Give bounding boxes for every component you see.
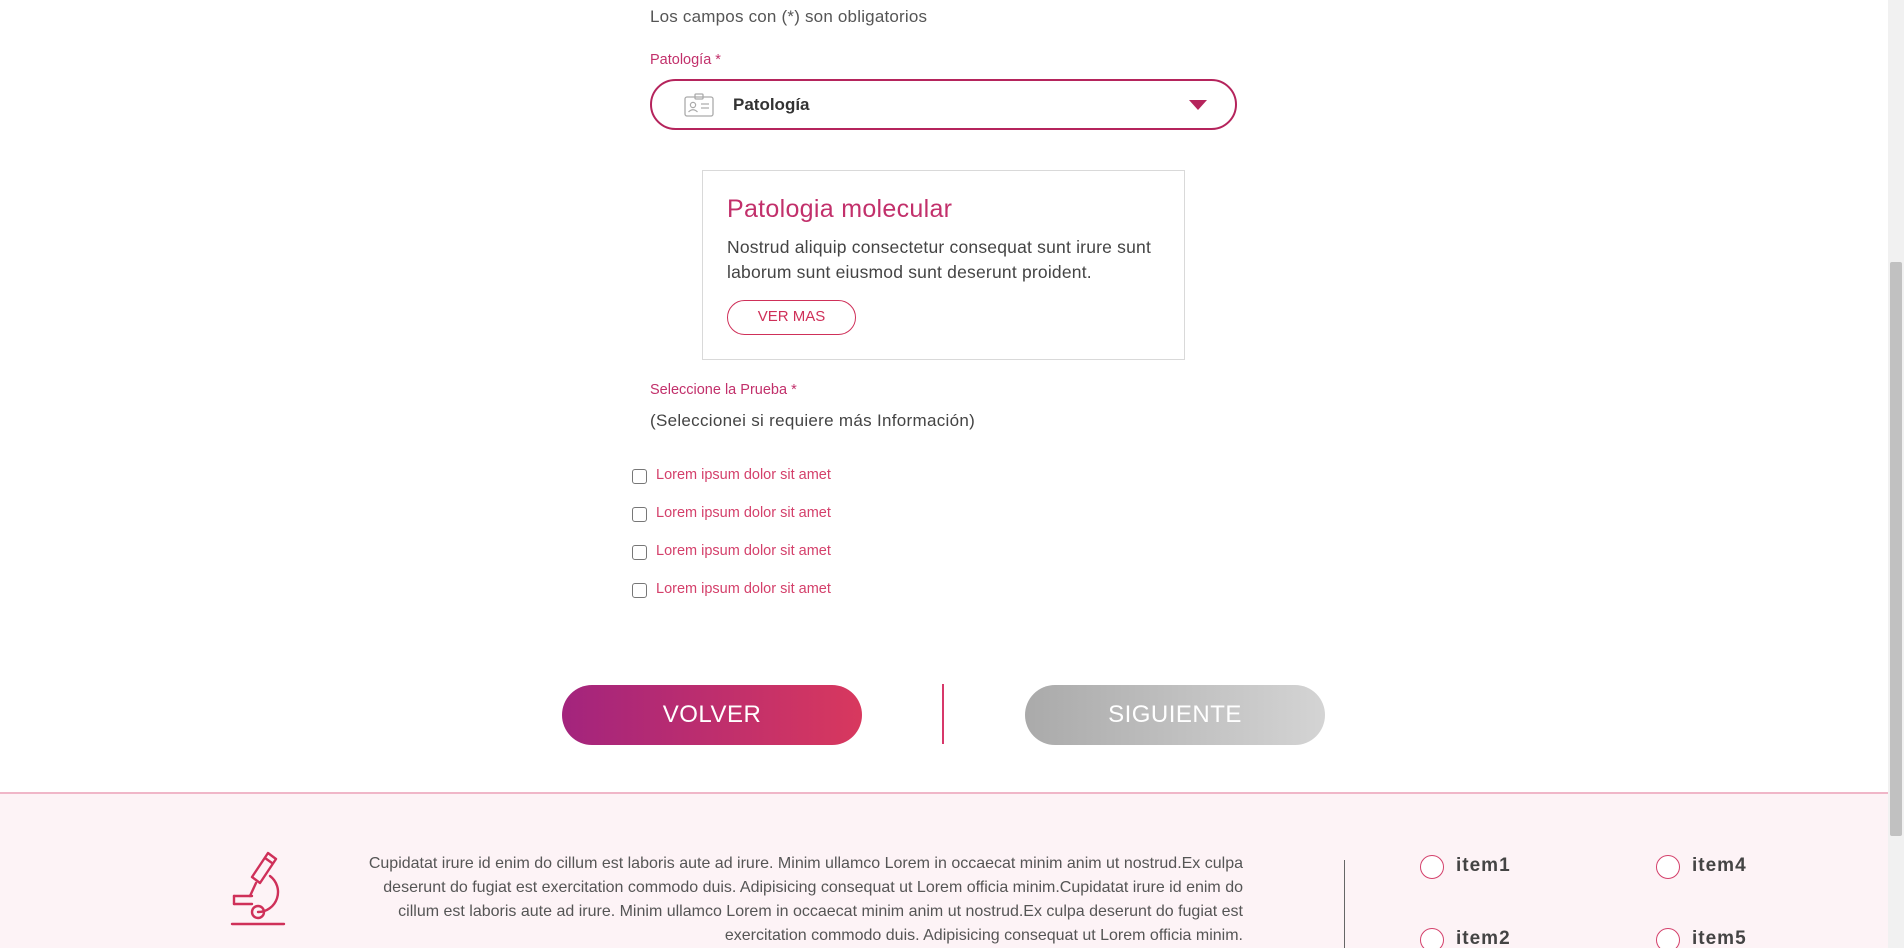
prueba-option-label: Lorem ipsum dolor sit amet	[656, 467, 831, 483]
radio-circle-icon[interactable]	[1420, 928, 1444, 948]
card-description: Nostrud aliquip consectetur consequat su…	[727, 237, 1152, 282]
id-card-icon	[684, 93, 714, 117]
footer-item-label: item1	[1456, 855, 1511, 876]
prueba-option-label: Lorem ipsum dolor sit amet	[656, 543, 831, 559]
prueba-hint: (Seleccionei si requiere más Información…	[650, 411, 976, 430]
ver-mas-button[interactable]: VER MAS	[727, 300, 856, 335]
footer-item-label: item2	[1456, 928, 1511, 948]
footer-divider	[1344, 860, 1345, 948]
footer-item-label: item4	[1692, 855, 1747, 876]
scrollbar-thumb[interactable]	[1890, 262, 1902, 836]
footer: Cupidatat irure id enim do cillum est la…	[0, 792, 1888, 948]
prueba-checkbox[interactable]	[632, 469, 647, 484]
chevron-down-icon	[1189, 100, 1207, 110]
prueba-checkbox[interactable]	[632, 583, 647, 598]
page: Los campos con (*) son obligatorios Pato…	[0, 0, 1888, 948]
patologia-select[interactable]: Patología	[650, 79, 1237, 130]
volver-button[interactable]: VOLVER	[562, 685, 862, 745]
patologia-label: Patología *	[650, 52, 721, 68]
footer-item-label: item5	[1692, 928, 1747, 948]
card-title: Patologia molecular	[727, 195, 953, 223]
radio-circle-icon[interactable]	[1656, 855, 1680, 879]
siguiente-button[interactable]: SIGUIENTE	[1025, 685, 1325, 745]
nav-divider	[942, 684, 944, 744]
radio-circle-icon[interactable]	[1656, 928, 1680, 948]
patologia-info-card: Patologia molecular Nostrud aliquip cons…	[702, 170, 1185, 360]
required-fields-note: Los campos con (*) son obligatorios	[650, 7, 928, 26]
prueba-label: Seleccione la Prueba *	[650, 382, 797, 398]
prueba-checkbox[interactable]	[632, 545, 647, 560]
prueba-option-label: Lorem ipsum dolor sit amet	[656, 581, 831, 597]
radio-circle-icon[interactable]	[1420, 855, 1444, 879]
patologia-select-value: Patología	[733, 95, 810, 114]
footer-description: Cupidatat irure id enim do cillum est la…	[368, 855, 1243, 944]
microscope-icon	[230, 851, 286, 926]
prueba-option-label: Lorem ipsum dolor sit amet	[656, 505, 831, 521]
prueba-checkbox[interactable]	[632, 507, 647, 522]
